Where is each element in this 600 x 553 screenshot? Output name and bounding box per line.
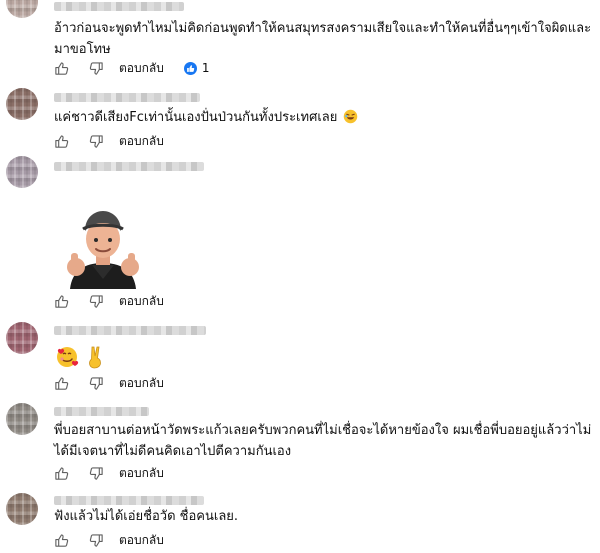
like-icon[interactable] [52,292,70,310]
author-name-blurred[interactable] [54,326,206,335]
dislike-icon[interactable] [87,374,105,392]
reply-button[interactable]: ตอบกลับ [119,132,164,151]
dislike-icon[interactable] [87,59,105,77]
comment-actions: ตอบกลับ 1 [52,58,210,78]
reply-button[interactable]: ตอบกลับ [119,531,164,550]
avatar[interactable] [6,156,38,188]
avatar[interactable] [6,88,38,120]
author-name-blurred[interactable] [54,162,204,171]
reaction-count: 1 [201,61,210,75]
comment-actions: ตอบกลับ [52,131,164,151]
like-icon[interactable] [52,531,70,549]
comment-actions: ตอบกลับ [52,291,164,311]
emoji-row [55,345,107,373]
like-icon[interactable] [52,59,70,77]
dislike-icon[interactable] [87,292,105,310]
comment-text: แค่ชาวดีเสียงFcเท่านั้นเองปั่นป่วนกันทั้… [54,107,358,131]
like-icon[interactable] [52,374,70,392]
comment-actions: ตอบกลับ [52,530,164,550]
avatar[interactable] [6,322,38,354]
comment-text: อ้าวก่อนจะพูดทำไหมไม่คิดก่อนพูดทำให้คนสม… [54,18,591,60]
comment-text: พี่บอยสาบานต่อหน้าวัดพระแก้วเลยครับพวกคน… [54,420,591,462]
comment-text-line: มาขอโทษ [54,42,111,57]
dislike-icon[interactable] [87,132,105,150]
comment-text-line: ได้มีเจตนาที่ไม่ดีคนคิดเอาไปตีความกันเอง [54,444,292,459]
comment-text: ฟังแล้วไม่ได้เอ่ยชื่อวัด ชื่อคนเลย. [54,506,238,527]
comment-text-line: ฟังแล้วไม่ได้เอ่ยชื่อวัด ชื่อคนเลย. [54,509,239,524]
reply-button[interactable]: ตอบกลับ [119,374,164,393]
dislike-icon[interactable] [87,464,105,482]
rolling-laughing-emoji [343,109,358,131]
like-icon[interactable] [52,132,70,150]
reaction-summary[interactable]: 1 [183,61,210,75]
smiling-face-with-hearts-emoji [55,345,79,373]
thumbs-up-reaction-icon [183,61,197,75]
victory-hand-emoji [85,345,107,373]
comment-text-line: แค่ชาวดีเสียงFcเท่านั้นเองปั่นป่วนกันทั้… [54,110,338,125]
avatar[interactable] [6,493,38,525]
comment-actions: ตอบกลับ [52,373,164,393]
like-icon[interactable] [52,464,70,482]
author-name-blurred[interactable] [54,2,184,11]
reply-button[interactable]: ตอบกลับ [119,59,164,78]
comment-text-line: อ้าวก่อนจะพูดทำไหมไม่คิดก่อนพูดทำให้คนสม… [54,21,592,36]
dislike-icon[interactable] [87,531,105,549]
reply-button[interactable]: ตอบกลับ [119,464,164,483]
avatar[interactable] [6,0,38,18]
reply-button[interactable]: ตอบกลับ [119,292,164,311]
cartoon-man-thumbs-up-sticker [56,201,150,289]
author-name-blurred[interactable] [54,496,204,505]
comment-text-line: พี่บอยสาบานต่อหน้าวัดพระแก้วเลยครับพวกคน… [54,423,592,438]
author-name-blurred[interactable] [54,407,149,416]
comment-actions: ตอบกลับ [52,463,164,483]
avatar[interactable] [6,403,38,435]
author-name-blurred[interactable] [54,93,200,102]
